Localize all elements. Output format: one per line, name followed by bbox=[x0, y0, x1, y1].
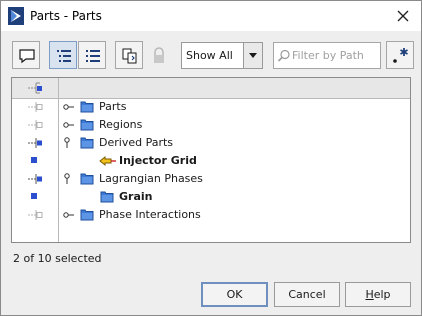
selected-marker-icon bbox=[31, 193, 37, 199]
tree-row-derived-parts[interactable]: Derived Parts bbox=[12, 134, 410, 152]
show-filter-select[interactable]: Show All bbox=[181, 42, 263, 69]
selected-marker-icon bbox=[31, 157, 37, 163]
folder-icon bbox=[80, 119, 94, 131]
close-icon[interactable] bbox=[391, 5, 415, 27]
tree-row-label: Lagrangian Phases bbox=[99, 172, 203, 185]
flat-list-icon bbox=[86, 50, 100, 62]
tree-row-label: Phase Interactions bbox=[99, 208, 201, 221]
help-button[interactable]: Help bbox=[345, 282, 411, 307]
regex-icon bbox=[393, 48, 408, 63]
folder-icon bbox=[80, 173, 94, 185]
tree-row-phase-interactions[interactable]: Phase Interactions bbox=[12, 206, 410, 224]
tree-row-injector-grid[interactable]: Injector Grid bbox=[12, 152, 410, 170]
collapse-key-icon[interactable] bbox=[63, 137, 71, 149]
window-title: Parts - Parts bbox=[30, 9, 102, 23]
mixed-hierarchy-icon bbox=[28, 174, 42, 184]
tree-row-parts[interactable]: Parts bbox=[12, 98, 410, 116]
mixed-hierarchy-icon bbox=[28, 138, 42, 148]
selection-status: 2 of 10 selected bbox=[13, 252, 102, 265]
injector-icon bbox=[99, 155, 116, 167]
partial-hierarchy-icon bbox=[28, 102, 43, 112]
tree-row-grain[interactable]: Grain bbox=[12, 188, 410, 206]
cancel-button[interactable]: Cancel bbox=[274, 282, 340, 307]
tree-row-label: Derived Parts bbox=[99, 136, 174, 149]
parts-tree-panel: Parts Regions Derived Parts Injector Gri… bbox=[11, 77, 411, 243]
hierarchy-icon bbox=[28, 82, 42, 94]
parts-dialog: Parts - Parts Show All Filter by Path Pa… bbox=[0, 0, 422, 316]
copy-button[interactable] bbox=[115, 41, 143, 69]
tree-list-icon bbox=[57, 50, 71, 62]
app-logo-icon bbox=[8, 7, 24, 25]
show-filter-value: Show All bbox=[186, 49, 233, 62]
tree-header bbox=[12, 78, 410, 99]
filter-input[interactable] bbox=[292, 47, 378, 63]
speech-bubble-icon bbox=[19, 49, 35, 64]
expand-key-icon[interactable] bbox=[63, 121, 75, 129]
folder-icon bbox=[80, 137, 94, 149]
title-bar: Parts - Parts bbox=[1, 1, 421, 31]
regex-toggle-button[interactable]: .* bbox=[386, 41, 414, 69]
help-mnemonic: H bbox=[365, 288, 374, 301]
help-button-label: elp bbox=[373, 288, 391, 301]
expand-key-icon[interactable] bbox=[63, 211, 75, 219]
tree-row-lagrangian-phases[interactable]: Lagrangian Phases bbox=[12, 170, 410, 188]
partial-hierarchy-icon bbox=[28, 210, 43, 220]
search-icon bbox=[277, 49, 290, 62]
tree-row-label: Injector Grid bbox=[119, 154, 197, 167]
filter-by-path-field[interactable] bbox=[273, 42, 381, 69]
cancel-button-label: Cancel bbox=[288, 288, 326, 301]
tree-row-label: Regions bbox=[99, 118, 143, 131]
flat-list-button[interactable] bbox=[78, 41, 106, 69]
chevron-down-icon bbox=[249, 53, 257, 58]
expand-key-icon[interactable] bbox=[63, 103, 75, 111]
lock-icon bbox=[154, 47, 164, 63]
comment-button[interactable] bbox=[12, 41, 40, 69]
tree-view-button[interactable] bbox=[49, 41, 77, 69]
partial-hierarchy-icon bbox=[28, 120, 43, 130]
tree-row-label: Parts bbox=[99, 100, 127, 113]
folder-icon bbox=[100, 191, 114, 203]
tree-row-regions[interactable]: Regions bbox=[12, 116, 410, 134]
lock-button[interactable] bbox=[144, 41, 172, 69]
header-separator bbox=[58, 78, 59, 98]
folder-icon bbox=[80, 209, 94, 221]
copy-icon bbox=[122, 48, 137, 64]
dropdown-arrow[interactable] bbox=[243, 43, 262, 68]
ok-button-label: OK bbox=[226, 288, 243, 301]
tree-row-label: Grain bbox=[119, 190, 153, 203]
ok-button[interactable]: OK bbox=[201, 282, 268, 307]
toolbar: Show All .* bbox=[1, 31, 421, 77]
folder-icon bbox=[80, 101, 94, 113]
collapse-key-icon[interactable] bbox=[63, 173, 71, 185]
